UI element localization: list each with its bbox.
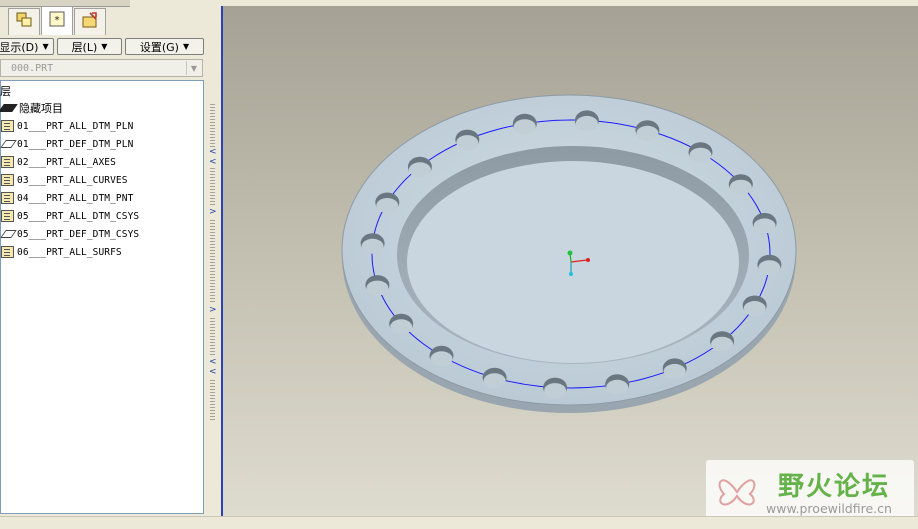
model-tree-tab[interactable] [8, 8, 40, 35]
bolt-hole-floor [390, 319, 413, 335]
collapse-arrow-icon[interactable]: < [209, 148, 217, 157]
collapse-arrow-icon[interactable]: < [209, 158, 217, 167]
layer-dropdown[interactable]: 层(L) ▼ [57, 38, 122, 55]
chevron-down-icon[interactable]: ▼ [186, 61, 201, 75]
chevron-down-icon: ▼ [101, 42, 108, 51]
flange-model[interactable] [223, 6, 918, 516]
bolt-hole-floor [361, 238, 384, 254]
collapse-arrow-icon[interactable]: < [209, 358, 217, 367]
layer-row[interactable]: 05___PRT_DEF_DTM_CSYS [0, 226, 140, 242]
folder-browser-icon [81, 11, 99, 33]
layer-name: 06___PRT_ALL_SURFS [17, 246, 122, 258]
active-model-value: 000.PRT [11, 62, 54, 74]
display-dropdown[interactable]: 显示(D) ▼ [0, 38, 54, 55]
layer-plane-icon [0, 230, 17, 238]
active-model-select[interactable]: 000.PRT ▼ [0, 59, 203, 77]
layer-row[interactable]: 01___PRT_DEF_DTM_PLN [0, 136, 134, 152]
layer-name: 05___PRT_DEF_DTM_CSYS [17, 228, 140, 240]
bolt-hole-floor [483, 373, 506, 389]
layer-name: 01___PRT_ALL_DTM_PLN [17, 120, 134, 132]
layer-name: 05___PRT_ALL_DTM_CSYS [17, 210, 140, 222]
layer-row[interactable]: 02___PRT_ALL_AXES [1, 154, 116, 170]
csys-z-marker [569, 272, 573, 276]
collapse-arrow-icon[interactable]: < [209, 368, 217, 377]
layer-row[interactable]: 06___PRT_ALL_SURFS [1, 244, 122, 260]
settings-dropdown-label: 设置(G) [139, 40, 179, 54]
bolt-hole-floor [575, 115, 598, 131]
butterfly-logo-icon [712, 466, 762, 519]
layer-stack-icon [1, 246, 14, 258]
layer-row[interactable]: 03___PRT_ALL_CURVES [1, 172, 128, 188]
layer-row[interactable]: 01___PRT_ALL_DTM_PLN [1, 118, 133, 134]
panel-splitter[interactable]: < < > > < < [207, 0, 221, 516]
layer-tree-tab[interactable]: * [41, 6, 73, 35]
tree-item-hidden-label: 隐藏项目 [19, 102, 63, 115]
layer-toolbar: 显示(D) ▼ 层(L) ▼ 设置(G) ▼ [0, 37, 207, 57]
forum-watermark: 野火论坛 www.proewildfire.cn [706, 460, 914, 522]
layer-stack-icon [1, 174, 14, 186]
layer-name: 03___PRT_ALL_CURVES [17, 174, 128, 186]
bolt-hole-floor [456, 135, 479, 151]
status-strip [0, 516, 918, 529]
tree-root[interactable]: 层 [0, 83, 11, 99]
navigator-tabs: * [0, 0, 207, 36]
settings-dropdown[interactable]: 设置(G) ▼ [125, 38, 204, 55]
bolt-hole-floor [743, 301, 766, 316]
chevron-down-icon: ▼ [182, 42, 190, 51]
layer-name: 01___PRT_DEF_DTM_PLN [17, 138, 134, 150]
layer-dropdown-label: 层(L) [71, 40, 98, 54]
splitter-grip[interactable] [210, 380, 215, 420]
bolt-hole-floor [636, 125, 659, 141]
svg-text:*: * [55, 15, 60, 26]
layer-stack-icon [1, 120, 14, 132]
bolt-hole-floor [758, 260, 781, 276]
folder-browser-tab[interactable] [74, 8, 106, 35]
layer-plane-icon [0, 140, 17, 148]
csys-y-marker [567, 250, 573, 256]
bolt-hole-floor [729, 179, 752, 195]
bolt-hole-floor [376, 198, 399, 213]
csys-x-marker [586, 258, 590, 262]
splitter-grip[interactable] [210, 104, 215, 148]
tree-item-hidden[interactable]: 隐藏项目 [0, 100, 63, 116]
bolt-hole-floor [513, 119, 536, 135]
display-dropdown-label: 显示(D) [0, 40, 39, 54]
watermark-title: 野火论坛 [778, 472, 891, 502]
bolt-hole-floor [408, 162, 431, 178]
layer-row[interactable]: 05___PRT_ALL_DTM_CSYS [1, 208, 139, 224]
graphics-viewport[interactable] [221, 6, 918, 516]
bolt-hole-floor [430, 351, 453, 367]
bolt-hole-floor [711, 336, 734, 352]
navigator-panel: * 显示(D) ▼ 层(L) ▼ 设置(G) ▼ 000.PRT ▼ 层 隐藏项… [0, 0, 207, 528]
watermark-url: www.proewildfire.cn [766, 501, 892, 516]
bolt-hole-floor [753, 218, 776, 234]
bolt-hole-floor [689, 147, 712, 163]
layer-name: 02___PRT_ALL_AXES [17, 156, 116, 168]
layer-tree-icon: * [48, 10, 66, 32]
bolt-hole-floor [544, 383, 567, 399]
splitter-grip[interactable] [210, 168, 215, 206]
expand-arrow-icon[interactable]: > [209, 208, 217, 217]
hidden-items-icon [0, 104, 18, 112]
layer-stack-icon [1, 156, 14, 168]
model-tree-icon [15, 11, 33, 33]
tree-root-label: 层 [0, 85, 11, 98]
chevron-down-icon: ▼ [42, 42, 49, 51]
layer-row[interactable]: 04___PRT_ALL_DTM_PNT [1, 190, 133, 206]
layer-stack-icon [1, 192, 14, 204]
layer-stack-icon [1, 210, 14, 222]
bolt-hole-floor [366, 280, 389, 296]
splitter-grip[interactable] [210, 318, 215, 356]
layer-name: 04___PRT_ALL_DTM_PNT [17, 192, 134, 204]
bolt-hole-floor [663, 363, 686, 379]
expand-arrow-icon[interactable]: > [209, 306, 217, 315]
bolt-hole-floor [606, 379, 629, 395]
layer-tree: 层 隐藏项目 01___PRT_ALL_DTM_PLN 01___PRT_DEF_… [0, 80, 204, 514]
splitter-grip[interactable] [210, 220, 215, 304]
